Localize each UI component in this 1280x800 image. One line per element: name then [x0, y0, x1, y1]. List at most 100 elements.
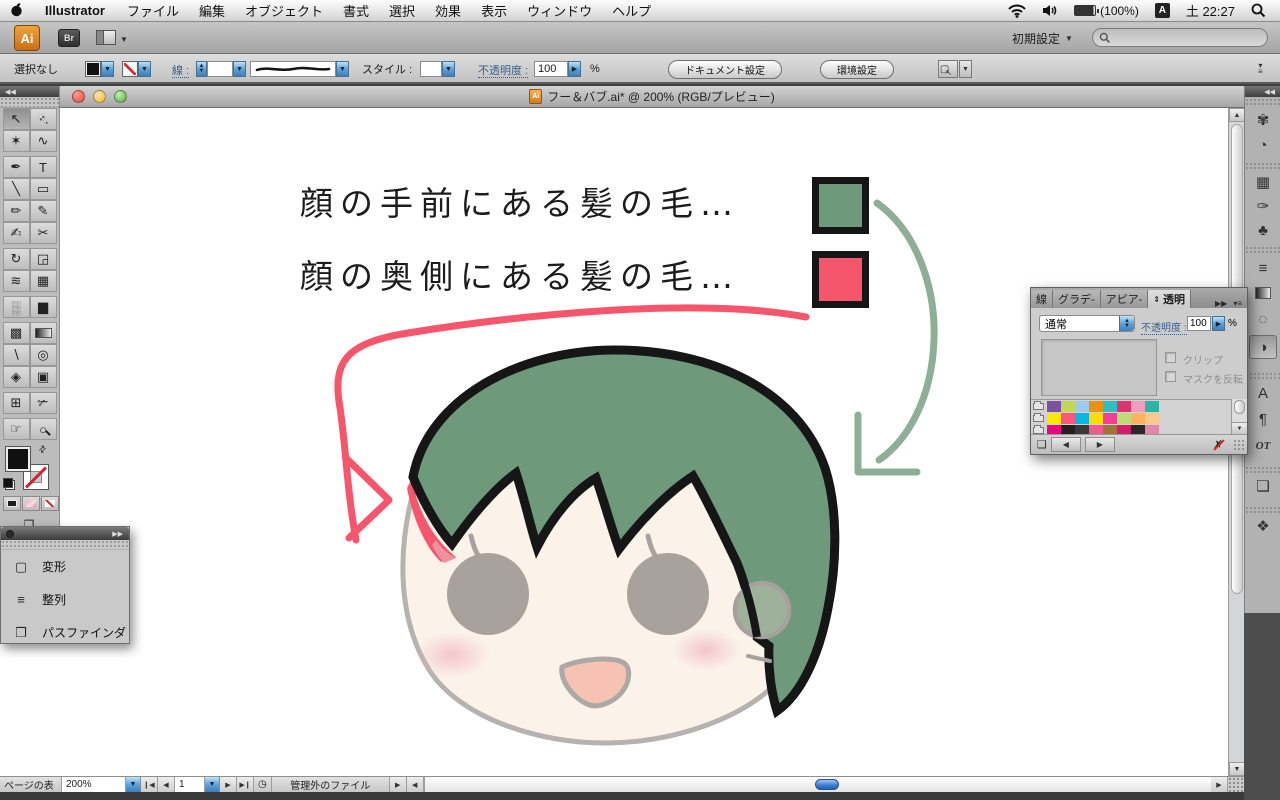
swatch[interactable] [1117, 413, 1131, 424]
scale-tool[interactable]: ◲ [29, 248, 57, 270]
scroll-down-icon[interactable]: ▼ [1229, 762, 1245, 776]
warp-tool[interactable]: ≋ [2, 270, 30, 292]
gradient-panel-icon[interactable] [1249, 281, 1277, 305]
default-fill-stroke-icon[interactable] [3, 478, 15, 490]
menu-object[interactable]: オブジェクト [235, 1, 333, 20]
menu-window[interactable]: ウィンドウ [517, 1, 602, 20]
fill-indicator[interactable] [5, 446, 31, 472]
layers-panel-icon[interactable]: ❖ [1249, 514, 1277, 538]
menu-clock[interactable]: 土 22:27 [1178, 1, 1243, 20]
folder-icon[interactable] [1033, 413, 1044, 422]
symbols-icon[interactable]: ♣ [1249, 218, 1277, 242]
style-field[interactable] [420, 61, 442, 77]
panel-close-icon[interactable] [6, 529, 14, 538]
tools-panel-drag-handle[interactable] [0, 97, 59, 108]
panel-opacity-field[interactable]: 100 [1187, 316, 1211, 331]
swatch-scrollbar[interactable]: ▼ [1231, 399, 1247, 434]
gradient-button[interactable] [22, 496, 40, 511]
scroll-up-icon[interactable]: ▲ [1229, 108, 1245, 122]
page-number-field[interactable]: 1 [175, 777, 205, 792]
opacity-control[interactable]: 100 ▶ [534, 54, 581, 84]
selection-options-button[interactable]: ▢ ↖ ▼ [938, 54, 972, 84]
style-dropdown-button[interactable]: ▼ [442, 61, 455, 77]
tab-align[interactable]: ≡ 整列 [1, 583, 129, 616]
document-setup-button[interactable]: ドキュメント設定 [668, 54, 782, 84]
swatch[interactable] [1145, 401, 1159, 412]
live-paint-bucket-tool[interactable]: ◈ [2, 366, 30, 388]
color-panel-icon[interactable]: ✾ [1249, 108, 1277, 132]
status-menu-button[interactable]: ▶ [389, 777, 407, 792]
tab-stroke[interactable]: 線 [1031, 290, 1053, 308]
graph-tool[interactable]: ▆ [29, 296, 57, 318]
zoom-tool[interactable]: ○ [29, 418, 57, 440]
transparency-panel-icon[interactable]: ◑ [1249, 335, 1277, 359]
scroll-down-icon[interactable]: ▼ [1232, 422, 1247, 434]
previous-page-button[interactable]: ◀ [158, 777, 175, 792]
panel-menu-icon[interactable]: ▾≡ [1233, 299, 1242, 308]
free-transform-tool[interactable]: ▦ [29, 270, 57, 292]
opacity-field[interactable]: 100 [534, 61, 568, 77]
next-page-button[interactable]: ▶ [220, 777, 237, 792]
bridge-button[interactable]: Br [58, 29, 80, 47]
lasso-tool[interactable]: ∿ [29, 130, 57, 152]
swatch[interactable] [1075, 413, 1089, 424]
opacity-label[interactable]: 不透明度 : [478, 62, 529, 78]
character-panel-icon[interactable]: A [1249, 381, 1277, 405]
scroll-right-icon[interactable]: ▶ [1211, 777, 1228, 792]
brush-definition-control[interactable]: ▼ [250, 54, 349, 84]
stroke-panel-icon[interactable]: ≡ [1249, 256, 1277, 280]
window-resize-grip[interactable] [1228, 777, 1244, 792]
zoom-dropdown-button[interactable]: ▼ [126, 777, 141, 792]
magic-wand-tool[interactable]: ✶ [2, 130, 30, 152]
swatch[interactable] [1047, 413, 1061, 424]
swatch[interactable] [1061, 401, 1075, 412]
opentype-panel-icon[interactable]: OT [1249, 434, 1277, 458]
blend-tool[interactable]: ◎ [29, 344, 57, 366]
swatch[interactable] [1131, 401, 1145, 412]
eyedropper-tool[interactable]: ∖ [2, 344, 30, 366]
stroke-dropdown-button[interactable]: ▼ [138, 61, 151, 77]
tab-transparency[interactable]: ⇕ 透明 [1148, 290, 1192, 308]
opacity-dropdown-button[interactable]: ▶ [568, 61, 581, 77]
live-paint-selection-tool[interactable]: ▣ [29, 366, 57, 388]
swatch-libraries-icon[interactable]: ❏ [1037, 438, 1047, 451]
symbol-sprayer-tool[interactable]: ░ [2, 296, 30, 318]
menu-effect[interactable]: 効果 [425, 1, 471, 20]
arrange-documents-caret[interactable]: ▼ [120, 35, 128, 44]
paintbrush-tool[interactable]: ✏ [2, 200, 30, 222]
appearance-icon[interactable]: ◌ [1249, 307, 1277, 331]
zoom-level-field[interactable]: 200% [62, 777, 126, 792]
arrange-documents-icon[interactable] [96, 30, 116, 45]
rectangle-tool[interactable]: ▭ [29, 178, 57, 200]
menu-help[interactable]: ヘルプ [602, 1, 661, 20]
swatch[interactable] [1089, 413, 1103, 424]
brush-dropdown-button[interactable]: ▼ [336, 61, 349, 77]
color-guide-icon[interactable]: ◔ [1249, 133, 1277, 157]
none-button[interactable] [41, 496, 59, 511]
panel-opacity-dropdown[interactable]: ▶ [1212, 316, 1225, 331]
rotate-tool[interactable]: ↻ [2, 248, 30, 270]
panel-menu-icon[interactable]: ▾≡ [1258, 54, 1263, 84]
color-button[interactable] [3, 496, 21, 511]
fill-dropdown-button[interactable]: ▼ [101, 61, 114, 77]
invert-mask-checkbox[interactable] [1165, 371, 1176, 382]
battery-indicator[interactable]: (100%) [1066, 4, 1147, 18]
input-method-indicator[interactable]: A [1147, 3, 1178, 18]
next-library-button[interactable]: ▶ [1084, 437, 1115, 452]
menu-view[interactable]: 表示 [471, 1, 517, 20]
scrollbar-thumb[interactable] [1234, 400, 1245, 414]
wifi-icon[interactable] [1000, 4, 1034, 18]
horizontal-scroll-thumb[interactable] [814, 779, 839, 790]
fill-color-control[interactable]: ▼ [85, 54, 114, 84]
artboard-tool[interactable]: ⊞ [2, 392, 30, 414]
panel-drag-handle[interactable] [1, 540, 129, 550]
folder-icon[interactable] [1033, 401, 1044, 410]
stroke-weight-label[interactable]: 線 : [172, 62, 190, 78]
clip-checkbox[interactable] [1165, 352, 1176, 363]
document-title-bar[interactable]: Ai フー＆バブ.ai* @ 200% (RGB/プレビュー) [60, 86, 1244, 108]
gradient-tool[interactable]: ▨ [29, 322, 57, 344]
first-page-button[interactable]: ❙◀ [141, 777, 158, 792]
swatch[interactable] [1103, 413, 1117, 424]
scissors-tool[interactable]: ✂ [29, 222, 57, 244]
pen-tool[interactable]: ✒ [2, 156, 30, 178]
